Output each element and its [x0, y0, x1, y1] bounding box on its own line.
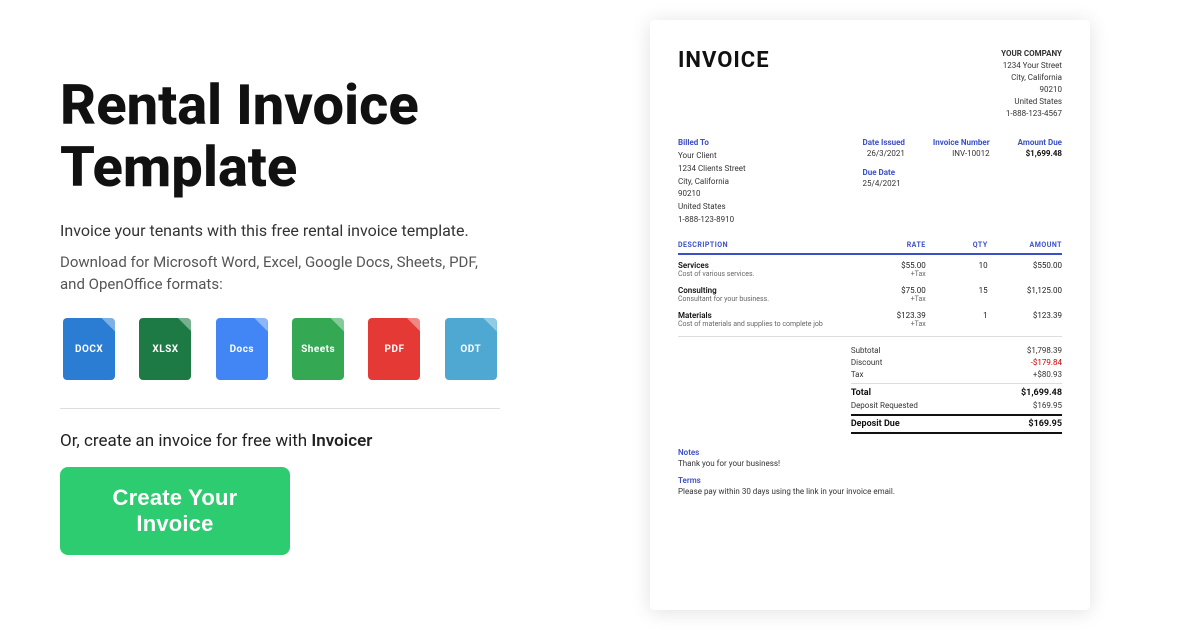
gdocs-icon: Docs: [216, 318, 268, 380]
brand-name: Invoicer: [311, 431, 372, 451]
summary-tax: Tax +$80.93: [851, 369, 1062, 381]
row3-amount: $123.39: [988, 311, 1062, 328]
col-amount: AMOUNT: [988, 241, 1062, 249]
client-country: United States: [678, 201, 746, 214]
due-date-label: Due Date: [863, 168, 1062, 177]
xlsx-icon: XLSX: [139, 318, 191, 380]
odt-label: ODT: [460, 344, 481, 355]
col-qty: QTY: [926, 241, 988, 249]
table-divider: [678, 336, 1062, 337]
format-docx[interactable]: DOCX: [60, 318, 118, 380]
summary-deposit-requested: Deposit Requested $169.95: [851, 399, 1062, 412]
format-gsheets[interactable]: Sheets: [289, 318, 347, 380]
billed-to-section: Billed To Your Client 1234 Clients Stree…: [678, 138, 746, 227]
odt-icon: ODT: [445, 318, 497, 380]
xlsx-label: XLSX: [152, 344, 178, 355]
format-icons-container: DOCX XLSX Docs Sheets PDF: [60, 318, 500, 380]
or-prefix: Or, create an invoice for free with: [60, 431, 311, 451]
company-address1: 1234 Your Street: [1001, 60, 1062, 72]
gsheets-label: Sheets: [301, 344, 335, 355]
summary-discount: Discount -$179.84: [851, 357, 1062, 369]
invoice-table-header: DESCRIPTION RATE QTY AMOUNT: [678, 241, 1062, 255]
invoice-preview: INVOICE YOUR COMPANY 1234 Your Street Ci…: [650, 20, 1090, 610]
row3-desc: Materials Cost of materials and supplies…: [678, 311, 864, 328]
date-issued-value: 26/3/2021: [863, 149, 905, 158]
company-zip: 90210: [1001, 84, 1062, 96]
right-panel: INVOICE YOUR COMPANY 1234 Your Street Ci…: [560, 0, 1200, 630]
row3-rate: $123.39 +Tax: [864, 311, 926, 328]
terms-label: Terms: [678, 476, 1062, 485]
due-date-value: 25/4/2021: [863, 179, 1062, 188]
gdocs-label: Docs: [230, 344, 255, 355]
gsheets-icon: Sheets: [292, 318, 344, 380]
summary-subtotal: Subtotal $1,798.39: [851, 345, 1062, 357]
amount-due-value: $1,699.48: [1018, 149, 1062, 158]
invoice-number-value: INV-10012: [933, 149, 990, 158]
terms-text: Please pay within 30 days using the link…: [678, 487, 1062, 496]
company-name: YOUR COMPANY: [1001, 48, 1062, 60]
notes-label: Notes: [678, 448, 1062, 457]
title-line1: Rental Invoice: [60, 72, 419, 138]
row2-desc: Consulting Consultant for your business.: [678, 286, 864, 303]
row2-amount: $1,125.00: [988, 286, 1062, 303]
company-info: YOUR COMPANY 1234 Your Street City, Cali…: [1001, 48, 1062, 120]
row2-qty: 15: [926, 286, 988, 303]
client-phone: 1-888-123-8910: [678, 214, 746, 227]
invoice-number-section: Invoice Number INV-10012: [933, 138, 990, 158]
table-row: Consulting Consultant for your business.…: [678, 286, 1062, 303]
billed-to-label: Billed To: [678, 138, 746, 147]
client-city: City, California: [678, 176, 746, 189]
format-pdf[interactable]: PDF: [365, 318, 423, 380]
section-divider: [60, 408, 500, 409]
create-invoice-button[interactable]: Create Your Invoice: [60, 467, 290, 555]
table-row: Services Cost of various services. $55.0…: [678, 261, 1062, 278]
due-date-section: Due Date 25/4/2021: [863, 168, 1062, 188]
or-invoicer-text: Or, create an invoice for free with Invo…: [60, 431, 500, 451]
title-line2: Template: [60, 134, 297, 200]
download-text: Download for Microsoft Word, Excel, Goog…: [60, 251, 500, 296]
row3-qty: 1: [926, 311, 988, 328]
invoice-number-label: Invoice Number: [933, 138, 990, 147]
company-phone: 1-888-123-4567: [1001, 108, 1062, 120]
format-gdocs[interactable]: Docs: [213, 318, 271, 380]
summary-deposit-due: Deposit Due $169.95: [851, 414, 1062, 434]
row1-amount: $550.00: [988, 261, 1062, 278]
left-panel: Rental Invoice Template Invoice your ten…: [0, 0, 560, 630]
col-rate: RATE: [864, 241, 926, 249]
pdf-icon: PDF: [368, 318, 420, 380]
company-country: United States: [1001, 96, 1062, 108]
page-title: Rental Invoice Template: [60, 75, 500, 198]
summary-total: Total $1,699.48: [851, 383, 1062, 400]
date-issued-section: Date Issued 26/3/2021: [863, 138, 905, 158]
amount-due-section: Amount Due $1,699.48: [1018, 138, 1062, 158]
amount-due-label: Amount Due: [1018, 138, 1062, 147]
pdf-label: PDF: [385, 344, 405, 355]
format-odt[interactable]: ODT: [442, 318, 500, 380]
table-row: Materials Cost of materials and supplies…: [678, 311, 1062, 328]
client-address: 1234 Clients Street: [678, 163, 746, 176]
row1-desc: Services Cost of various services.: [678, 261, 864, 278]
notes-text: Thank you for your business!: [678, 459, 1062, 468]
invoice-terms: Terms Please pay within 30 days using th…: [678, 476, 1062, 496]
format-xlsx[interactable]: XLSX: [136, 318, 194, 380]
date-issued-label: Date Issued: [863, 138, 905, 147]
subtitle-text: Invoice your tenants with this free rent…: [60, 219, 500, 243]
docx-icon: DOCX: [63, 318, 115, 380]
company-address2: City, California: [1001, 72, 1062, 84]
row1-qty: 10: [926, 261, 988, 278]
row2-rate: $75.00 +Tax: [864, 286, 926, 303]
client-zip: 90210: [678, 188, 746, 201]
col-description: DESCRIPTION: [678, 241, 864, 249]
invoice-title: INVOICE: [678, 48, 770, 73]
row1-rate: $55.00 +Tax: [864, 261, 926, 278]
invoice-meta-right: Date Issued 26/3/2021 Invoice Number INV…: [863, 138, 1062, 227]
invoice-notes: Notes Thank you for your business!: [678, 448, 1062, 468]
client-name: Your Client: [678, 150, 746, 163]
invoice-header: INVOICE YOUR COMPANY 1234 Your Street Ci…: [678, 48, 1062, 120]
docx-label: DOCX: [75, 344, 103, 355]
invoice-summary: Subtotal $1,798.39 Discount -$179.84 Tax…: [851, 345, 1062, 435]
